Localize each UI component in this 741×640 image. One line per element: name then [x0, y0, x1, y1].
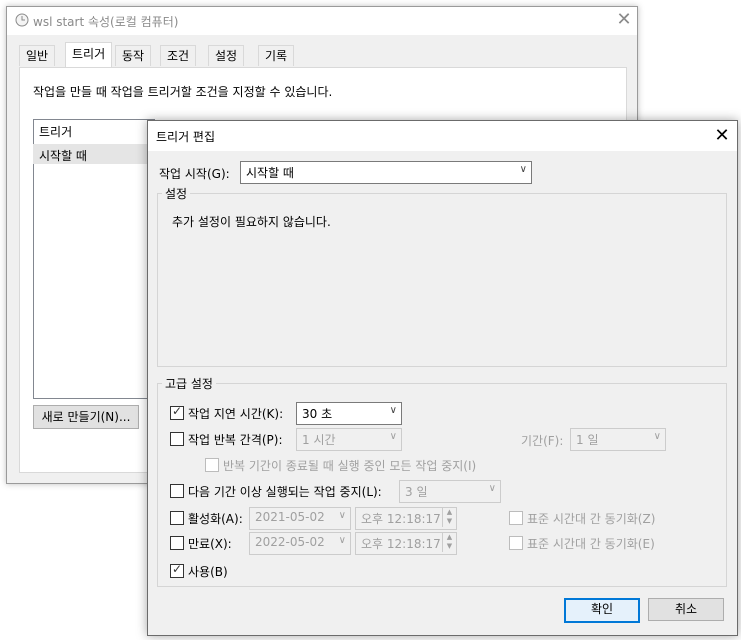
- activate-checkbox[interactable]: [170, 511, 184, 525]
- settings-group-label: 설정: [162, 185, 191, 202]
- chevron-down-icon: ∨: [338, 535, 346, 546]
- dialog-titlebar: 트리거 편집 ✕: [148, 121, 737, 151]
- repeat-label: 작업 반복 간격(P):: [188, 433, 283, 447]
- chevron-down-icon: ∨: [653, 431, 661, 442]
- activate-label: 활성화(A):: [188, 512, 243, 526]
- stop-repeat-label: 반복 기간이 종료될 때 실행 중인 모든 작업 중지(I): [223, 459, 477, 473]
- delay-value: 30 초: [302, 407, 333, 421]
- chevron-down-icon: ∨: [488, 483, 496, 494]
- triggers-description: 작업을 만들 때 작업을 트리거할 조건을 지정할 수 있습니다.: [33, 85, 333, 99]
- chevron-down-icon: ∨: [389, 405, 397, 416]
- stop-repeat-checkbox[interactable]: [205, 458, 219, 472]
- advanced-group-label: 고급 설정: [162, 375, 216, 392]
- stop-longer-value: 3 일: [405, 485, 428, 499]
- spin-arrows-icon[interactable]: ▲ ▼: [442, 508, 456, 527]
- expire-time-picker[interactable]: 오후 12:18:17 ▲ ▼: [355, 532, 457, 555]
- enabled-label: 사용(B): [188, 565, 228, 579]
- tab-actions[interactable]: 동작: [115, 45, 152, 66]
- properties-titlebar: wsl start 속성(로컬 컴퓨터) ✕: [7, 7, 637, 35]
- new-trigger-button[interactable]: 새로 만들기(N)...: [33, 405, 139, 429]
- begin-task-select[interactable]: 시작할 때 ∨: [240, 161, 532, 184]
- duration-select[interactable]: 1 일 ∨: [570, 428, 666, 451]
- expire-date-picker[interactable]: 2022-05-02 ∨: [249, 532, 351, 555]
- expire-date-value: 2022-05-02: [255, 535, 325, 549]
- expire-label: 만료(X):: [188, 537, 232, 551]
- enabled-checkbox[interactable]: ✓: [170, 562, 184, 578]
- ok-button[interactable]: 확인: [564, 598, 640, 623]
- list-item-label: 시작할 때: [39, 149, 87, 163]
- stop-longer-label: 다음 기간 이상 실행되는 작업 중지(L):: [188, 485, 382, 499]
- activate-date-value: 2021-05-02: [255, 510, 325, 524]
- activate-date-picker[interactable]: 2021-05-02 ∨: [249, 507, 351, 530]
- activate-sync-label: 표준 시간대 간 동기화(Z): [527, 512, 656, 526]
- expire-sync-checkbox[interactable]: [509, 536, 523, 550]
- delay-select[interactable]: 30 초 ∨: [296, 402, 402, 425]
- tab-general[interactable]: 일반: [19, 45, 56, 66]
- stop-longer-checkbox[interactable]: [170, 484, 184, 498]
- dialog-title: 트리거 편집: [156, 130, 216, 144]
- activate-time-value: 오후 12:18:17: [361, 512, 441, 526]
- close-icon[interactable]: ✕: [614, 10, 634, 30]
- expire-sync-label: 표준 시간대 간 동기화(E): [527, 537, 655, 551]
- clock-icon: [15, 13, 29, 27]
- tab-history[interactable]: 기록: [258, 45, 295, 66]
- checkmark-icon: ✓: [172, 562, 183, 576]
- tab-conditions[interactable]: 조건: [160, 45, 197, 66]
- edit-trigger-dialog: 트리거 편집 ✕ 작업 시작(G): 시작할 때 ∨ 설정 추가 설정이 필요하…: [147, 120, 738, 636]
- duration-label: 기간(F):: [521, 434, 564, 448]
- begin-task-label: 작업 시작(G):: [159, 167, 230, 181]
- spin-arrows-icon[interactable]: ▲ ▼: [442, 533, 456, 552]
- chevron-down-icon: ∨: [519, 164, 527, 175]
- activate-sync-checkbox[interactable]: [509, 511, 523, 525]
- checkmark-icon: ✓: [172, 404, 183, 418]
- close-icon[interactable]: ✕: [711, 125, 733, 147]
- chevron-down-icon: ∨: [338, 510, 346, 521]
- tab-settings[interactable]: 설정: [208, 45, 245, 66]
- properties-title: wsl start 속성(로컬 컴퓨터): [33, 15, 179, 29]
- expire-time-value: 오후 12:18:17: [361, 537, 441, 551]
- cancel-button[interactable]: 취소: [648, 598, 724, 621]
- expire-checkbox[interactable]: [170, 536, 184, 550]
- chevron-down-icon: ∨: [389, 431, 397, 442]
- repeat-value: 1 시간: [302, 433, 336, 447]
- begin-task-value: 시작할 때: [246, 166, 294, 180]
- delay-checkbox[interactable]: ✓: [170, 404, 184, 420]
- repeat-checkbox[interactable]: [170, 432, 184, 446]
- trigger-list-header[interactable]: 트리거: [39, 123, 72, 140]
- activate-time-picker[interactable]: 오후 12:18:17 ▲ ▼: [355, 507, 457, 530]
- delay-label: 작업 지연 시간(K):: [188, 407, 284, 421]
- repeat-select[interactable]: 1 시간 ∨: [296, 428, 402, 451]
- settings-text: 추가 설정이 필요하지 않습니다.: [172, 215, 331, 229]
- tab-triggers[interactable]: 트리거: [65, 42, 113, 67]
- duration-value: 1 일: [576, 433, 599, 447]
- stop-longer-select[interactable]: 3 일 ∨: [399, 480, 501, 503]
